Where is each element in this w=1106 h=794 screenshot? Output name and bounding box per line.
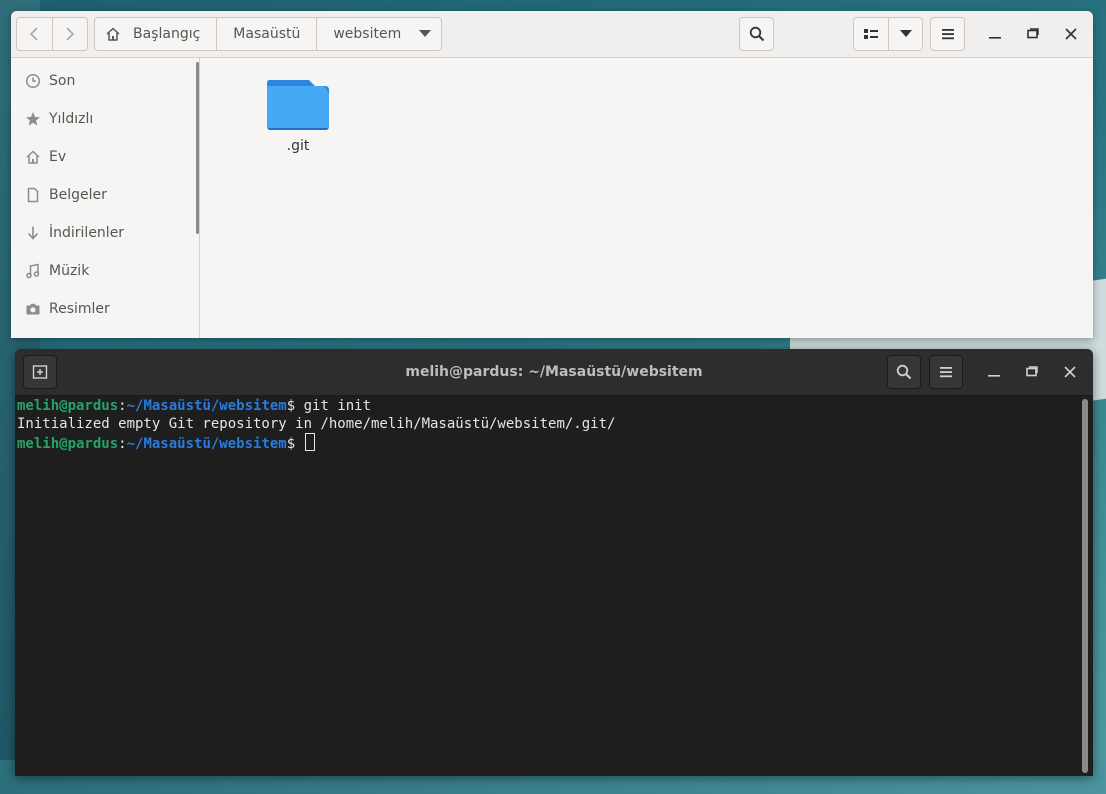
back-button[interactable]	[17, 18, 52, 50]
sidebar-item-label: Yıldızlı	[49, 111, 94, 127]
prompt-path: ~/Masaüstü/websitem	[126, 398, 287, 414]
breadcrumb-current[interactable]: websitem	[316, 18, 441, 50]
home-icon	[26, 150, 40, 164]
sidebar-item-documents[interactable]: Belgeler	[11, 176, 199, 214]
hamburger-menu-icon	[941, 29, 954, 40]
chevron-down-icon	[419, 30, 432, 37]
prompt-path: ~/Masaüstü/websitem	[126, 436, 287, 452]
terminal-line: melih@pardus:~/Masaüstü/websitem$	[17, 433, 1077, 453]
chevron-right-icon	[66, 27, 74, 41]
download-icon	[27, 226, 39, 240]
search-button[interactable]	[887, 355, 921, 389]
document-icon	[27, 187, 39, 203]
prompt-symbol: $	[286, 436, 304, 452]
file-name: .git	[286, 138, 310, 154]
main-menu-button[interactable]	[929, 355, 963, 389]
places-sidebar: Son Yıldızlı Ev Belgeler İndirilenler Mü…	[11, 58, 200, 338]
sidebar-item-label: Müzik	[49, 263, 90, 279]
breadcrumb-label: Masaüstü	[233, 26, 301, 42]
prompt-symbol: $	[286, 398, 304, 414]
forward-button[interactable]	[51, 18, 88, 50]
sidebar-item-label: Belgeler	[49, 187, 107, 203]
prompt-user: melih@pardus	[17, 398, 119, 414]
navigation-buttons	[16, 17, 88, 51]
main-menu-button[interactable]	[930, 17, 965, 51]
maximize-button[interactable]	[1020, 360, 1044, 384]
sidebar-item-starred[interactable]: Yıldızlı	[11, 100, 199, 138]
camera-icon	[26, 303, 40, 315]
breadcrumb-desktop[interactable]: Masaüstü	[216, 18, 316, 50]
chevron-left-icon	[30, 27, 38, 41]
close-button[interactable]	[1059, 22, 1083, 46]
terminal-headerbar: melih@pardus: ~/Masaüstü/websitem	[15, 349, 1093, 396]
terminal-line: melih@pardus:~/Masaüstü/websitem$ git in…	[17, 397, 1077, 415]
sidebar-item-pictures[interactable]: Resimler	[11, 290, 199, 328]
minimize-button[interactable]	[983, 22, 1007, 46]
sidebar-item-label: Resimler	[49, 301, 110, 317]
breadcrumb: Başlangıç Masaüstü websitem	[94, 17, 443, 51]
terminal-window: melih@pardus: ~/Masaüstü/websitem melih@…	[15, 349, 1093, 776]
text-cursor	[304, 433, 315, 451]
folder-icon	[267, 80, 329, 130]
maximize-button[interactable]	[1021, 22, 1045, 46]
minimize-icon	[989, 37, 1001, 39]
command-text: git init	[303, 398, 372, 414]
new-tab-icon	[32, 365, 48, 379]
close-button[interactable]	[1058, 360, 1082, 384]
list-view-icon	[864, 29, 878, 39]
sidebar-scrollbar[interactable]	[196, 62, 199, 234]
command-output: Initialized empty Git repository in /hom…	[17, 416, 616, 432]
file-manager-headerbar: Başlangıç Masaüstü websitem	[11, 11, 1093, 58]
terminal-scrollbar[interactable]	[1082, 399, 1088, 773]
sidebar-item-recent[interactable]: Son	[11, 62, 199, 100]
new-tab-button[interactable]	[23, 355, 57, 389]
sidebar-item-downloads[interactable]: İndirilenler	[11, 214, 199, 252]
file-view: .git	[200, 58, 1093, 338]
clock-icon	[25, 73, 41, 89]
home-icon	[106, 27, 120, 41]
prompt-separator: :	[118, 436, 127, 452]
minimize-icon	[988, 375, 1000, 377]
restore-icon	[1027, 28, 1039, 39]
sidebar-item-label: Ev	[49, 149, 67, 165]
prompt-user: melih@pardus	[17, 436, 119, 452]
view-mode-button[interactable]	[853, 17, 889, 51]
music-icon	[26, 263, 40, 279]
breadcrumb-home[interactable]: Başlangıç	[95, 18, 216, 50]
terminal-line: Initialized empty Git repository in /hom…	[17, 415, 1077, 433]
search-button[interactable]	[739, 17, 774, 51]
close-icon	[1065, 28, 1077, 40]
minimize-button[interactable]	[982, 360, 1006, 384]
file-item[interactable]: .git	[260, 78, 336, 154]
restore-icon	[1026, 366, 1038, 377]
view-options-button[interactable]	[888, 17, 923, 51]
search-icon	[749, 26, 764, 42]
sidebar-item-music[interactable]: Müzik	[11, 252, 199, 290]
prompt-separator: :	[118, 398, 127, 414]
breadcrumb-label: websitem	[333, 26, 402, 42]
close-icon	[1064, 366, 1076, 378]
sidebar-item-label: İndirilenler	[49, 225, 125, 241]
hamburger-menu-icon	[940, 367, 952, 378]
sidebar-item-label: Son	[49, 73, 76, 89]
star-icon	[26, 112, 40, 126]
scrollbar-thumb[interactable]	[1082, 399, 1088, 773]
terminal-output[interactable]: melih@pardus:~/Masaüstü/websitem$ git in…	[17, 397, 1077, 773]
search-icon	[896, 364, 912, 380]
file-manager-window: Başlangıç Masaüstü websitem Son Yıldızlı…	[11, 11, 1093, 338]
chevron-down-icon	[899, 30, 912, 37]
breadcrumb-label: Başlangıç	[133, 26, 201, 42]
sidebar-item-home[interactable]: Ev	[11, 138, 199, 176]
